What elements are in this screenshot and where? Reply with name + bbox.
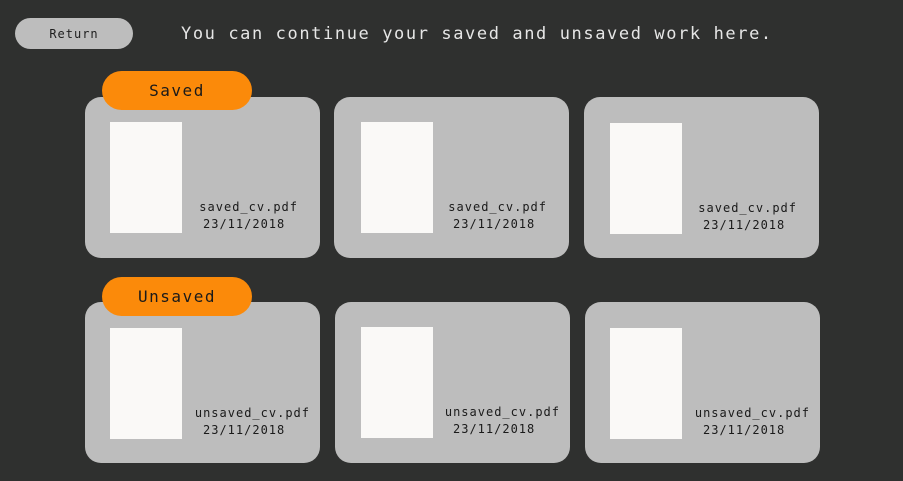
file-date: 23/11/2018 — [203, 217, 286, 231]
file-date: 23/11/2018 — [703, 423, 786, 437]
file-date: 23/11/2018 — [703, 218, 786, 232]
file-date: 23/11/2018 — [453, 217, 536, 231]
saved-section-label: Saved — [102, 71, 252, 110]
file-thumbnail — [610, 328, 682, 439]
unsaved-file-card[interactable]: unsaved_cv.pdf 23/11/2018 — [85, 302, 320, 463]
saved-file-card[interactable]: saved_cv.pdf 23/11/2018 — [85, 97, 320, 258]
file-thumbnail — [110, 122, 182, 233]
file-thumbnail — [361, 327, 433, 438]
page-message: You can continue your saved and unsaved … — [181, 24, 773, 44]
file-date: 23/11/2018 — [453, 422, 536, 436]
file-name: unsaved_cv.pdf — [694, 406, 810, 420]
file-date: 23/11/2018 — [203, 423, 286, 437]
unsaved-file-card[interactable]: unsaved_cv.pdf 23/11/2018 — [585, 302, 820, 463]
file-name: unsaved_cv.pdf — [444, 405, 560, 419]
file-name: unsaved_cv.pdf — [194, 406, 310, 420]
file-thumbnail — [361, 122, 433, 233]
unsaved-file-card[interactable]: unsaved_cv.pdf 23/11/2018 — [335, 302, 570, 463]
file-name: saved_cv.pdf — [199, 200, 298, 214]
file-name: saved_cv.pdf — [698, 201, 797, 215]
file-name: saved_cv.pdf — [448, 200, 547, 214]
unsaved-section-label: Unsaved — [102, 277, 252, 316]
saved-file-card[interactable]: saved_cv.pdf 23/11/2018 — [334, 97, 569, 258]
file-thumbnail — [110, 328, 182, 439]
return-button[interactable]: Return — [15, 18, 133, 49]
saved-file-card[interactable]: saved_cv.pdf 23/11/2018 — [584, 97, 819, 258]
file-thumbnail — [610, 123, 682, 234]
